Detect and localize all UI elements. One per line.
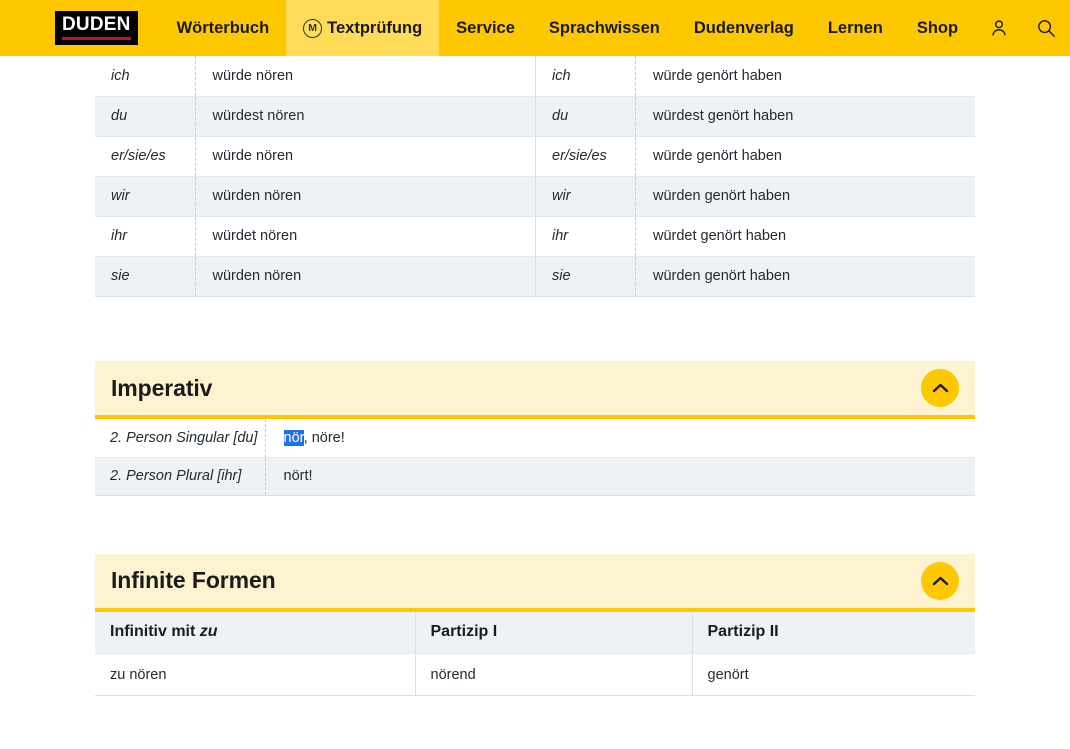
nav-item-woerterbuch[interactable]: Wörterbuch [160, 0, 287, 56]
verb-form-cell: würden nören [195, 256, 535, 296]
verb-form-cell: würde genört haben [636, 136, 976, 176]
nav-item-lernen[interactable]: Lernen [811, 0, 900, 56]
imperativ-form-cell: nört! [265, 457, 975, 495]
nav-item-service[interactable]: Service [439, 0, 532, 56]
nav-item-label: Dudenverlag [694, 19, 794, 38]
user-account-button[interactable] [975, 0, 1022, 56]
pronoun-cell: sie [95, 256, 195, 296]
pronoun-cell: er/sie/es [95, 136, 195, 176]
nav-item-label: Service [456, 19, 515, 38]
nav-item-label: Lernen [828, 19, 883, 38]
pronoun-cell: du [536, 96, 636, 136]
imperativ-form-cell: nör, nöre! [265, 419, 975, 457]
infinitiv-cell: zu nören [95, 654, 415, 696]
pronoun-cell: sie [536, 256, 636, 296]
section-spacer [95, 297, 975, 361]
pronoun-cell: wir [536, 176, 636, 216]
infinite-formen-table: Infinitiv mit zu Partizip I Partizip II … [95, 612, 975, 697]
imperativ-section-header[interactable]: Imperativ [95, 361, 975, 419]
table-row: zu nören nörend genört [95, 654, 975, 696]
nav-item-label: Sprachwissen [549, 19, 660, 38]
imperativ-section: Imperativ 2. Person Singular [du] nör, n… [95, 361, 975, 496]
table-header-row: Infinitiv mit zu Partizip I Partizip II [95, 612, 975, 654]
table-row: ihr würdet genört haben [536, 216, 976, 256]
section-spacer [95, 496, 975, 554]
konjunktiv-table-right: ich würde genört haben du würdest genört… [535, 56, 975, 296]
table-row: ihr würdet nören [95, 216, 535, 256]
verb-form-cell: würdest genört haben [636, 96, 976, 136]
user-icon [988, 17, 1010, 39]
table-row: er/sie/es würde nören [95, 136, 535, 176]
verb-form-cell: würdest nören [195, 96, 535, 136]
verb-form-cell: würden genört haben [636, 256, 976, 296]
table-row: 2. Person Plural [ihr] nört! [95, 457, 975, 495]
duden-logo[interactable]: DUDEN [55, 0, 138, 56]
verb-form-cell: würde genört haben [636, 56, 976, 96]
logo-underline [62, 37, 131, 40]
pronoun-cell: ich [95, 56, 195, 96]
chevron-up-icon [932, 382, 949, 394]
table-row: sie würden nören [95, 256, 535, 296]
verb-form-cell: würden genört haben [636, 176, 976, 216]
column-header-text: Infinitiv mit [110, 623, 200, 640]
column-header-partizip-1: Partizip I [415, 612, 692, 654]
table-row: 2. Person Singular [du] nör, nöre! [95, 419, 975, 457]
partizip-1-cell: nörend [415, 654, 692, 696]
nav-item-label: Wörterbuch [177, 19, 270, 38]
verb-form-cell: würdet genört haben [636, 216, 976, 256]
column-header-partizip-2: Partizip II [692, 612, 975, 654]
imperativ-table: 2. Person Singular [du] nör, nöre! 2. Pe… [95, 419, 975, 496]
konjunktiv-table-left: ich würde nören du würdest nören er/sie/… [95, 56, 535, 296]
infinite-formen-collapse-button[interactable] [921, 562, 959, 600]
nav-item-dudenverlag[interactable]: Dudenverlag [677, 0, 811, 56]
infinite-formen-section-header[interactable]: Infinite Formen [95, 554, 975, 612]
selected-text: nör [284, 430, 304, 446]
pronoun-cell: wir [95, 176, 195, 216]
table-row: wir würden nören [95, 176, 535, 216]
imperativ-person-label: 2. Person Plural [ihr] [95, 457, 265, 495]
pronoun-cell: ihr [95, 216, 195, 256]
main-navigation: DUDEN Wörterbuch M Textprüfung Service S… [0, 0, 1070, 56]
imperativ-person-label: 2. Person Singular [du] [95, 419, 265, 457]
section-title: Imperativ [111, 375, 212, 402]
table-row: ich würde genört haben [536, 56, 976, 96]
column-header-emphasis: zu [200, 623, 218, 640]
table-row: du würdest genört haben [536, 96, 976, 136]
table-row: ich würde nören [95, 56, 535, 96]
pronoun-cell: er/sie/es [536, 136, 636, 176]
table-row: wir würden genört haben [536, 176, 976, 216]
pronoun-cell: ich [536, 56, 636, 96]
chevron-up-icon [932, 575, 949, 587]
infinite-formen-section: Infinite Formen Infinitiv mit zu Partizi… [95, 554, 975, 697]
table-row: du würdest nören [95, 96, 535, 136]
konjunktiv-table-pair: ich würde nören du würdest nören er/sie/… [95, 56, 975, 297]
imperativ-collapse-button[interactable] [921, 369, 959, 407]
section-title: Infinite Formen [111, 567, 276, 594]
nav-item-sprachwissen[interactable]: Sprachwissen [532, 0, 677, 56]
verb-form-cell: würdet nören [195, 216, 535, 256]
pronoun-cell: ihr [536, 216, 636, 256]
verb-form-cell: würde nören [195, 136, 535, 176]
page-content: ich würde nören du würdest nören er/sie/… [0, 56, 1070, 696]
nav-item-textpruefung[interactable]: M Textprüfung [286, 0, 439, 56]
nav-item-label: Shop [917, 19, 958, 38]
imperativ-form-rest: , nöre! [304, 430, 345, 446]
search-button[interactable] [1023, 0, 1070, 56]
search-icon [1035, 17, 1057, 39]
logo-text: DUDEN [62, 15, 131, 36]
nav-item-shop[interactable]: Shop [900, 0, 975, 56]
verb-form-cell: würde nören [195, 56, 535, 96]
nav-item-label: Textprüfung [327, 19, 422, 38]
table-row: er/sie/es würde genört haben [536, 136, 976, 176]
column-header-infinitiv: Infinitiv mit zu [95, 612, 415, 654]
magic-m-icon: M [303, 19, 322, 38]
table-row: sie würden genört haben [536, 256, 976, 296]
partizip-2-cell: genört [692, 654, 975, 696]
verb-form-cell: würden nören [195, 176, 535, 216]
pronoun-cell: du [95, 96, 195, 136]
